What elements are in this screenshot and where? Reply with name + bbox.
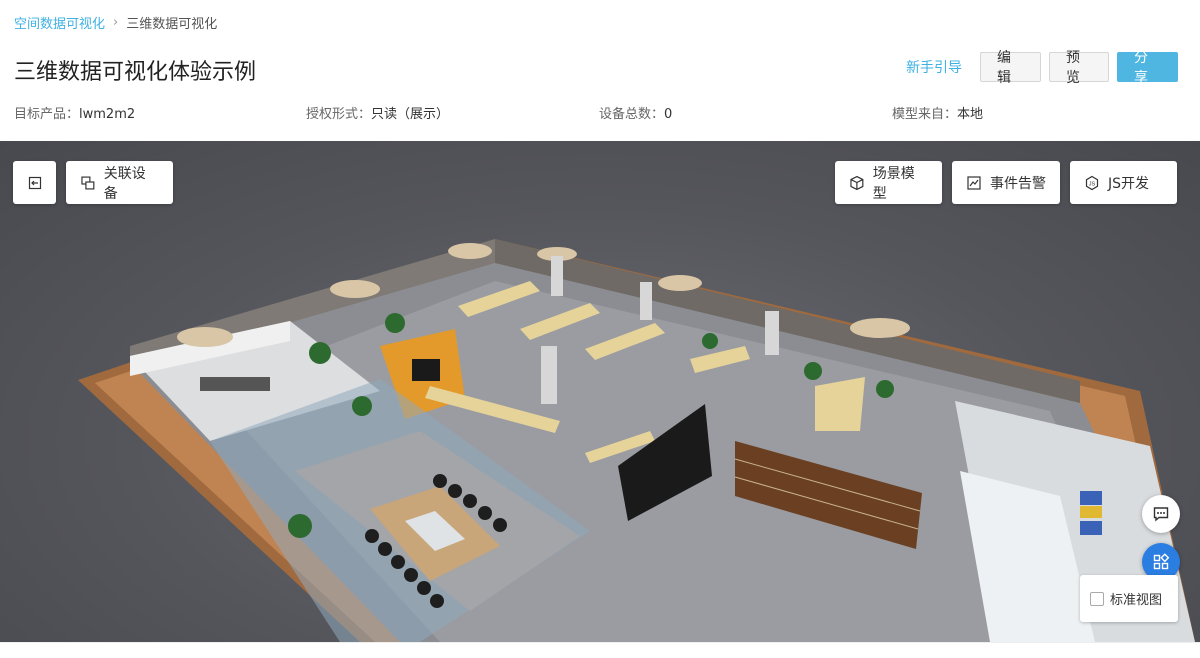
cube-icon [850, 175, 864, 190]
office-3d-model[interactable] [0, 141, 1200, 642]
info-model-source: 模型来自：本地 [892, 103, 983, 122]
breadcrumb: 空间数据可视化 › 三维数据可视化 [14, 13, 217, 32]
info-product-label: 目标产品： [14, 107, 80, 122]
js-dev-button[interactable]: JS JS开发 [1070, 161, 1177, 204]
standard-view-toggle[interactable]: 标准视图 [1080, 575, 1178, 622]
breadcrumb-current: 三维数据可视化 [126, 17, 218, 32]
breadcrumb-separator: › [113, 15, 119, 30]
info-model-label: 模型来自： [892, 107, 958, 122]
chat-icon [1153, 507, 1169, 522]
3d-scene-viewer[interactable]: 关联设备 场景模型 事件告警 JS JS开发 标准视图 [0, 141, 1200, 642]
js-dev-label: JS开发 [1108, 175, 1150, 192]
chat-button[interactable] [1142, 495, 1180, 533]
info-devices-value: 0 [664, 107, 673, 122]
info-authorization: 授权形式：只读（展示） [306, 103, 449, 122]
scene-model-label: 场景模型 [872, 165, 915, 202]
page-title: 三维数据可视化体验示例 [14, 60, 257, 85]
preview-button[interactable]: 预览 [1049, 50, 1109, 86]
apps-grid-icon [1153, 553, 1170, 570]
standard-view-checkbox[interactable] [1090, 591, 1104, 606]
exit-icon [28, 176, 41, 189]
event-alarm-button[interactable]: 事件告警 [952, 161, 1060, 204]
info-devices-label: 设备总数： [599, 107, 665, 122]
header-actions: 新手引导 编辑 预览 分享 [896, 50, 1178, 86]
edit-button[interactable]: 编辑 [980, 50, 1041, 86]
info-auth-label: 授权形式： [306, 107, 372, 122]
link-devices-label: 关联设备 [103, 165, 146, 202]
link-devices-icon [81, 175, 95, 190]
share-button[interactable]: 分享 [1117, 50, 1178, 86]
link-devices-button[interactable]: 关联设备 [66, 161, 173, 204]
info-model-value: 本地 [957, 107, 984, 122]
info-target-product: 目标产品：lwm2m2 [14, 103, 135, 122]
js-hexagon-icon: JS [1085, 175, 1099, 190]
scene-model-button[interactable]: 场景模型 [835, 161, 942, 204]
standard-view-label: 标准视图 [1110, 593, 1163, 608]
guide-link[interactable]: 新手引导 [896, 57, 972, 77]
alarm-chart-icon [967, 175, 981, 190]
breadcrumb-link-spatial-visualization[interactable]: 空间数据可视化 [14, 13, 105, 32]
exit-button[interactable] [13, 161, 56, 204]
info-device-count: 设备总数：0 [599, 103, 672, 122]
svg-text:JS: JS [1089, 181, 1096, 187]
info-auth-value: 只读（展示） [371, 107, 450, 122]
info-product-value: lwm2m2 [79, 107, 136, 122]
event-alarm-label: 事件告警 [990, 175, 1046, 192]
bottom-strip [0, 642, 1200, 658]
